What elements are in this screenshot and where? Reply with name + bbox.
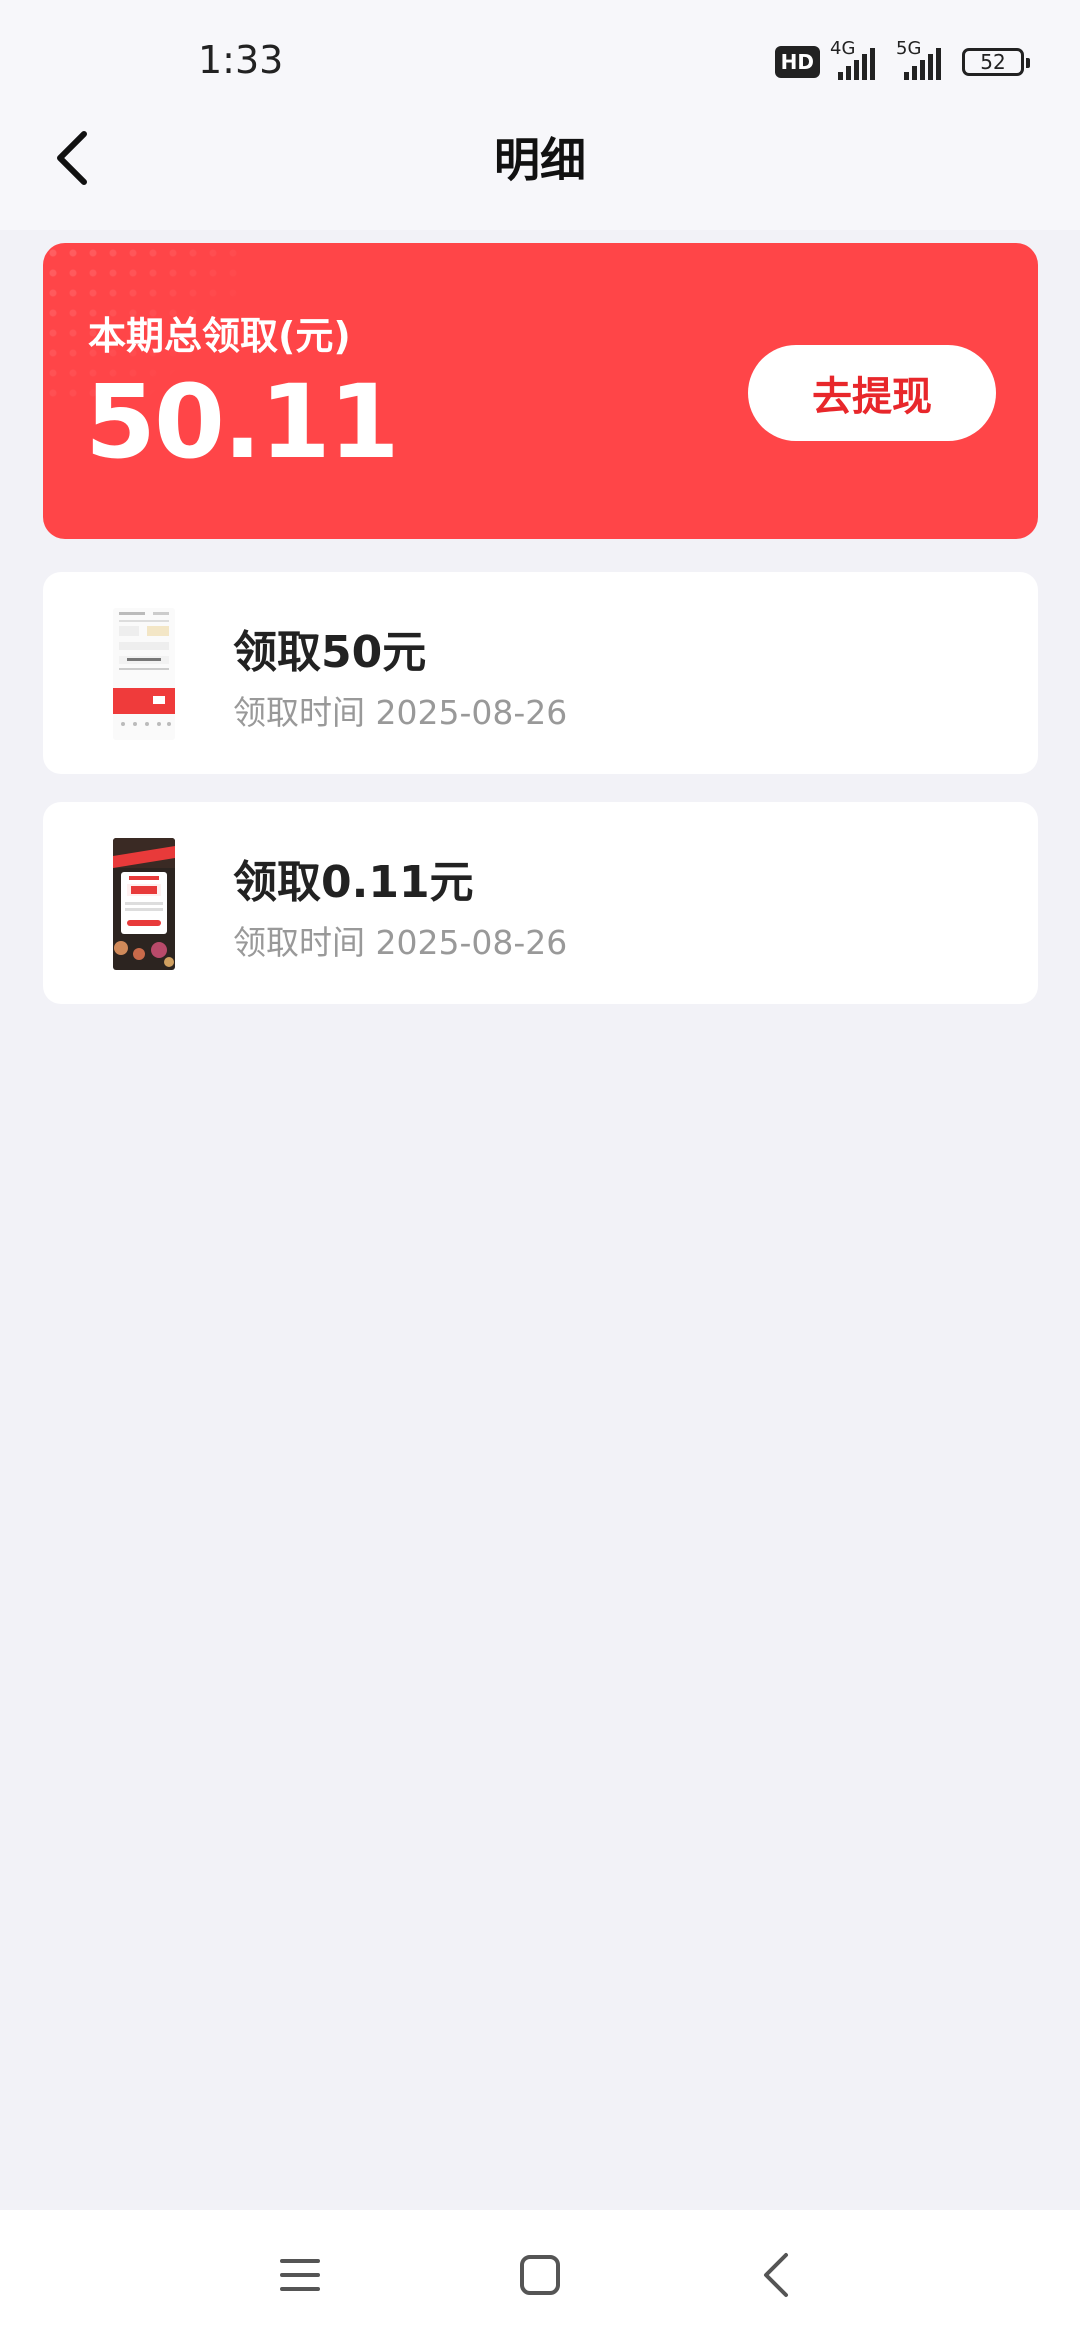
status-bar: 1:33 HD 4G 5G 52 bbox=[0, 0, 1080, 110]
record-item[interactable]: 领取50元 领取时间 2025-08-26 bbox=[43, 572, 1038, 774]
signal-5g-icon: 5G bbox=[896, 38, 952, 82]
record-thumbnail bbox=[113, 838, 175, 970]
battery-level: 52 bbox=[980, 50, 1006, 74]
summary-label: 本期总领取(元) bbox=[88, 314, 351, 358]
summary-card: 本期总领取(元) 50.11 去提现 bbox=[43, 243, 1038, 539]
menu-button[interactable] bbox=[260, 2240, 340, 2310]
record-time: 领取时间 2025-08-26 bbox=[233, 693, 568, 732]
record-title: 领取50元 bbox=[233, 627, 427, 678]
signal-4g-icon: 4G bbox=[830, 38, 886, 82]
menu-icon bbox=[280, 2259, 320, 2291]
withdraw-button[interactable]: 去提现 bbox=[748, 345, 996, 441]
status-time: 1:33 bbox=[198, 38, 284, 82]
record-title: 领取0.11元 bbox=[233, 857, 474, 908]
home-button[interactable] bbox=[500, 2240, 580, 2310]
record-time: 领取时间 2025-08-26 bbox=[233, 923, 568, 962]
status-icons: HD 4G 5G 52 bbox=[774, 38, 1030, 82]
back-arrow-icon bbox=[764, 2253, 788, 2297]
home-square-icon bbox=[520, 2255, 560, 2295]
page-title: 明细 bbox=[494, 133, 586, 187]
record-thumbnail bbox=[113, 608, 175, 740]
summary-amount: 50.11 bbox=[85, 363, 400, 482]
system-nav-bar bbox=[0, 2210, 1080, 2340]
hd-voice-icon: HD bbox=[774, 46, 820, 78]
nav-header: 明细 bbox=[0, 110, 1080, 230]
battery-icon: 52 bbox=[962, 48, 1030, 76]
hd-label: HD bbox=[780, 50, 814, 74]
system-back-button[interactable] bbox=[736, 2240, 816, 2310]
record-item[interactable]: 领取0.11元 领取时间 2025-08-26 bbox=[43, 802, 1038, 1004]
